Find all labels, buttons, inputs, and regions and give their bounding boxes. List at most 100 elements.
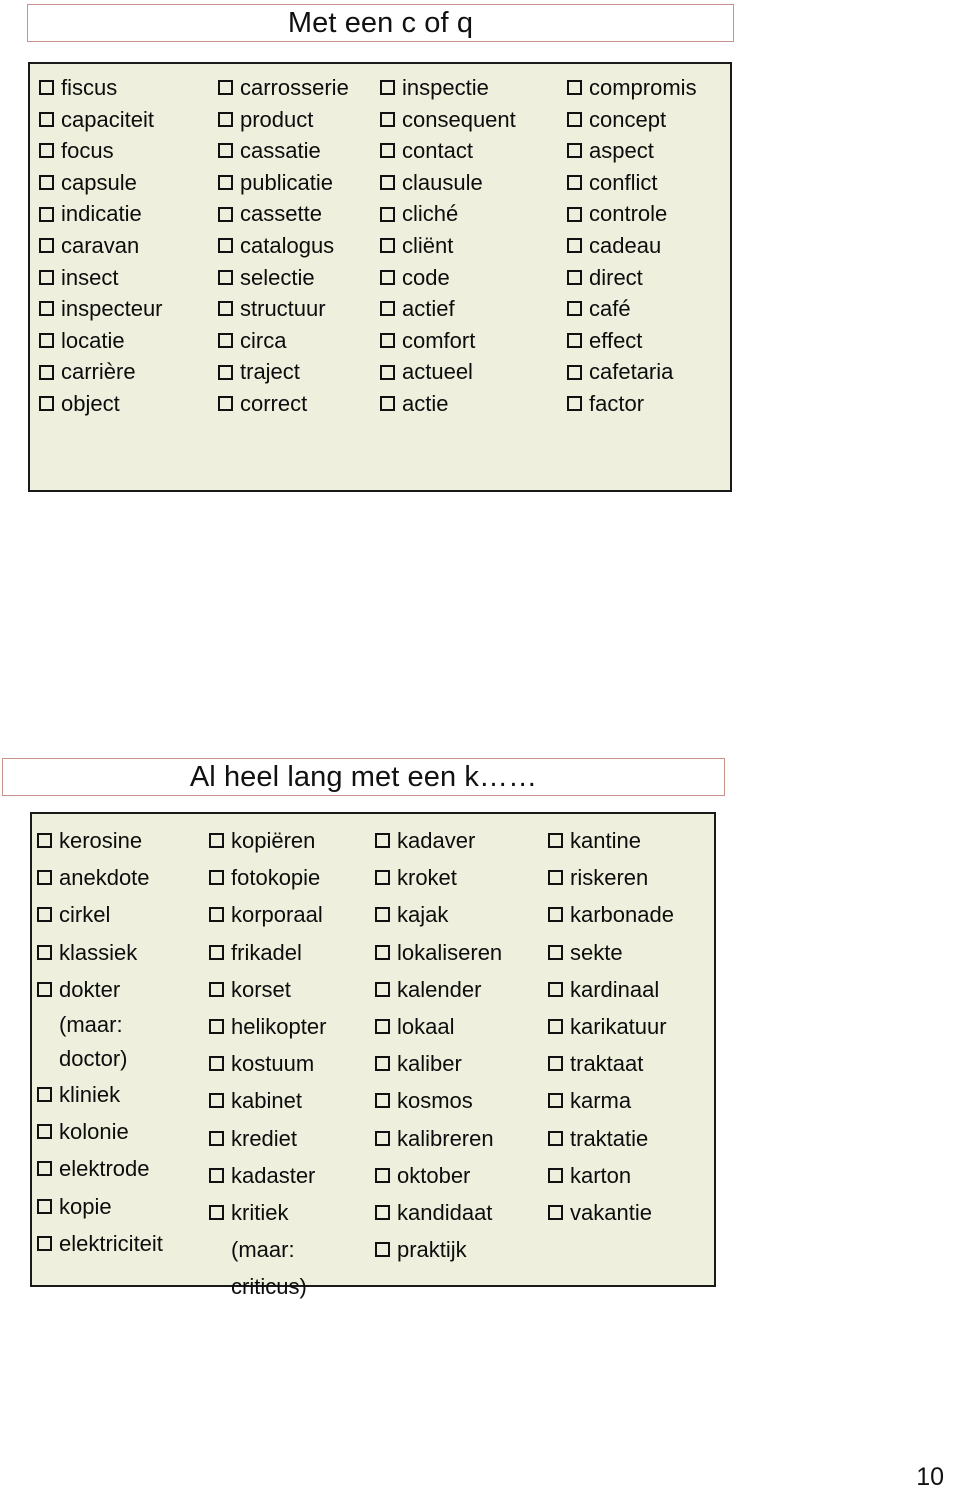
checkbox-icon[interactable]: [380, 175, 395, 191]
checkbox-icon[interactable]: [209, 1093, 224, 1109]
checkbox-icon[interactable]: [37, 1161, 52, 1177]
word-checkbox-item[interactable]: structuur: [218, 293, 380, 325]
checkbox-icon[interactable]: [375, 1093, 390, 1109]
word-checkbox-item[interactable]: korset: [209, 971, 375, 1008]
word-checkbox-item[interactable]: selectie: [218, 262, 380, 294]
checkbox-icon[interactable]: [39, 396, 54, 412]
word-checkbox-item[interactable]: caravan: [39, 230, 216, 262]
word-checkbox-item[interactable]: kopie: [37, 1188, 209, 1225]
word-checkbox-item[interactable]: krediet: [209, 1120, 375, 1157]
checkbox-icon[interactable]: [39, 238, 54, 254]
word-checkbox-item[interactable]: kajak: [375, 896, 541, 933]
checkbox-icon[interactable]: [548, 1130, 563, 1146]
word-checkbox-item[interactable]: object: [39, 388, 216, 420]
word-checkbox-item[interactable]: cirkel: [37, 896, 209, 933]
word-checkbox-item[interactable]: effect: [567, 325, 730, 357]
checkbox-icon[interactable]: [567, 111, 582, 127]
word-checkbox-item[interactable]: conflict: [567, 167, 730, 199]
checkbox-icon[interactable]: [567, 143, 582, 159]
word-checkbox-item[interactable]: kadaver: [375, 822, 541, 859]
checkbox-icon[interactable]: [218, 111, 233, 127]
word-checkbox-item[interactable]: code: [380, 262, 556, 294]
checkbox-icon[interactable]: [375, 1056, 390, 1072]
word-checkbox-item[interactable]: kardinaal: [548, 971, 714, 1008]
checkbox-icon[interactable]: [218, 175, 233, 191]
checkbox-icon[interactable]: [39, 364, 54, 380]
checkbox-icon[interactable]: [380, 143, 395, 159]
word-checkbox-item[interactable]: product: [218, 104, 380, 136]
checkbox-icon[interactable]: [380, 364, 395, 380]
word-checkbox-item[interactable]: consequent: [380, 104, 556, 136]
checkbox-icon[interactable]: [218, 206, 233, 222]
word-checkbox-item[interactable]: comfort: [380, 325, 556, 357]
word-checkbox-item[interactable]: traktatie: [548, 1120, 714, 1157]
checkbox-icon[interactable]: [209, 870, 224, 886]
word-checkbox-item[interactable]: karma: [548, 1082, 714, 1119]
checkbox-icon[interactable]: [218, 269, 233, 285]
checkbox-icon[interactable]: [37, 1124, 52, 1140]
checkbox-icon[interactable]: [37, 870, 52, 886]
word-checkbox-item[interactable]: vakantie: [548, 1194, 714, 1231]
checkbox-icon[interactable]: [548, 1056, 563, 1072]
word-checkbox-item[interactable]: sekte: [548, 934, 714, 971]
word-checkbox-item[interactable]: cliënt: [380, 230, 556, 262]
word-checkbox-item[interactable]: indicatie: [39, 198, 216, 230]
word-checkbox-item[interactable]: factor: [567, 388, 730, 420]
checkbox-icon[interactable]: [375, 944, 390, 960]
checkbox-icon[interactable]: [37, 1235, 52, 1251]
checkbox-icon[interactable]: [380, 111, 395, 127]
checkbox-icon[interactable]: [548, 981, 563, 997]
word-checkbox-item[interactable]: publicatie: [218, 167, 380, 199]
word-checkbox-item[interactable]: cadeau: [567, 230, 730, 262]
checkbox-icon[interactable]: [39, 143, 54, 159]
word-checkbox-item[interactable]: capsule: [39, 167, 216, 199]
word-checkbox-item[interactable]: klassiek: [37, 934, 209, 971]
word-checkbox-item[interactable]: inspecteur: [39, 293, 216, 325]
word-checkbox-item[interactable]: kantine: [548, 822, 714, 859]
checkbox-icon[interactable]: [209, 981, 224, 997]
word-checkbox-item[interactable]: capaciteit: [39, 104, 216, 136]
checkbox-icon[interactable]: [548, 870, 563, 886]
word-checkbox-item[interactable]: aspect: [567, 135, 730, 167]
checkbox-icon[interactable]: [375, 1130, 390, 1146]
word-checkbox-item[interactable]: kosmos: [375, 1082, 541, 1119]
checkbox-icon[interactable]: [567, 396, 582, 412]
checkbox-icon[interactable]: [209, 944, 224, 960]
checkbox-icon[interactable]: [39, 333, 54, 349]
checkbox-icon[interactable]: [380, 396, 395, 412]
checkbox-icon[interactable]: [37, 944, 52, 960]
checkbox-icon[interactable]: [218, 333, 233, 349]
word-checkbox-item[interactable]: concept: [567, 104, 730, 136]
word-checkbox-item[interactable]: kaliber: [375, 1045, 541, 1082]
word-checkbox-item[interactable]: lokaal: [375, 1008, 541, 1045]
word-checkbox-item[interactable]: clausule: [380, 167, 556, 199]
word-checkbox-item[interactable]: café: [567, 293, 730, 325]
checkbox-icon[interactable]: [548, 1019, 563, 1035]
checkbox-icon[interactable]: [218, 143, 233, 159]
word-checkbox-item[interactable]: kroket: [375, 859, 541, 896]
checkbox-icon[interactable]: [39, 206, 54, 222]
word-checkbox-item[interactable]: karton: [548, 1157, 714, 1194]
word-checkbox-item[interactable]: circa: [218, 325, 380, 357]
word-checkbox-item[interactable]: kadaster: [209, 1157, 375, 1194]
word-checkbox-item[interactable]: dokter: [37, 971, 209, 1008]
word-checkbox-item[interactable]: kolonie: [37, 1113, 209, 1150]
word-checkbox-item[interactable]: karikatuur: [548, 1008, 714, 1045]
checkbox-icon[interactable]: [375, 981, 390, 997]
checkbox-icon[interactable]: [375, 833, 390, 849]
word-checkbox-item[interactable]: kostuum: [209, 1045, 375, 1082]
word-checkbox-item[interactable]: direct: [567, 262, 730, 294]
word-checkbox-item[interactable]: elektriciteit: [37, 1225, 209, 1262]
checkbox-icon[interactable]: [37, 1087, 52, 1103]
checkbox-icon[interactable]: [567, 206, 582, 222]
word-checkbox-item[interactable]: korporaal: [209, 896, 375, 933]
checkbox-icon[interactable]: [39, 175, 54, 191]
word-checkbox-item[interactable]: cassette: [218, 198, 380, 230]
checkbox-icon[interactable]: [39, 269, 54, 285]
checkbox-icon[interactable]: [37, 1198, 52, 1214]
checkbox-icon[interactable]: [380, 333, 395, 349]
word-checkbox-item[interactable]: controle: [567, 198, 730, 230]
checkbox-icon[interactable]: [209, 1167, 224, 1183]
word-checkbox-item[interactable]: kritiek: [209, 1194, 375, 1231]
word-checkbox-item[interactable]: elektrode: [37, 1150, 209, 1187]
